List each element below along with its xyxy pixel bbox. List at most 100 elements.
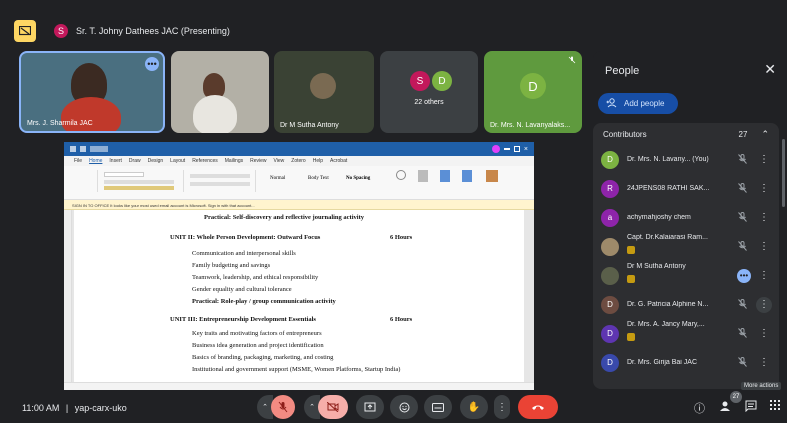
panel-scrollbar[interactable]: [782, 139, 785, 207]
participant-row[interactable]: R 24JPENS08 RATHI SAK... ⋮: [593, 174, 779, 203]
more-vert-icon[interactable]: ⋮: [759, 212, 769, 223]
participant-tile[interactable]: Dr M Sutha Antony: [274, 51, 374, 133]
participant-row[interactable]: Capt. Dr.Kalaiarasi Ram... ⋮: [593, 232, 779, 261]
participant-name: Dr. Mrs. N. Lavany... (You): [627, 156, 709, 163]
add-people-label: Add people: [624, 99, 665, 108]
participant-row[interactable]: D Dr. Mrs. Girija Bai JAC ⋮: [593, 348, 779, 377]
style-normal: Normal: [270, 176, 286, 181]
more-vert-icon[interactable]: ⋮: [759, 183, 769, 194]
participant-info: Dr. G. Patricia Alphine N...: [627, 301, 727, 308]
participant-row[interactable]: D Dr. G. Patricia Alphine N... ⋮: [593, 290, 779, 319]
close-icon[interactable]: ✕: [764, 61, 776, 78]
host-badge-icon: [627, 246, 635, 254]
participant-tile[interactable]: ••• Mrs. J. Sharmila JAC: [19, 51, 165, 133]
more-vert-icon[interactable]: ⋮: [759, 328, 769, 339]
more-actions-tooltip: More actions: [741, 382, 782, 390]
doc-line: Practical: Self-discovery and reflective…: [204, 214, 364, 221]
chat-icon[interactable]: [745, 400, 757, 415]
more-vert-icon[interactable]: ⋮: [759, 241, 769, 252]
doc-hours: 6 Hours: [390, 316, 413, 323]
participant-tile[interactable]: D Dr. Mrs. N. Lavanyalaks...: [484, 51, 582, 133]
word-status-bar: [64, 382, 534, 390]
editing-group: [390, 170, 520, 192]
chevron-up-icon[interactable]: ⌃: [761, 129, 769, 140]
paragraph-group: [186, 170, 256, 192]
participant-tile[interactable]: [171, 51, 269, 133]
participant-name: Dr. Mrs. A. Jancy Mary,...: [627, 321, 705, 328]
mic-off-icon[interactable]: [738, 356, 747, 369]
present-button[interactable]: [356, 395, 384, 419]
tab-references: References: [192, 158, 218, 164]
doc-line: Communication and interpersonal skills: [192, 250, 296, 257]
participant-info: Dr M Sutha Antony: [627, 263, 727, 288]
present-icon: [364, 402, 376, 412]
presenter-avatar: S: [54, 24, 68, 38]
activities-icon[interactable]: [770, 400, 780, 413]
participant-name: Dr. Mrs. Girija Bai JAC: [627, 359, 698, 366]
tab-review: Review: [250, 158, 267, 164]
participant-name: Dr. G. Patricia Alphine N...: [627, 301, 709, 308]
more-vert-icon[interactable]: ⋮: [756, 296, 772, 313]
participant-info: Dr. Mrs. N. Lavany... (You): [627, 156, 727, 163]
participant-avatar: [310, 73, 336, 99]
people-icon[interactable]: [718, 400, 732, 415]
window-controls: ×: [491, 145, 528, 153]
quick-access-toolbar: [70, 146, 108, 152]
mic-off-icon[interactable]: [738, 327, 747, 340]
reactions-button[interactable]: [390, 395, 418, 419]
mic-off-icon[interactable]: [738, 211, 747, 224]
participant-info: Dr. Mrs. A. Jancy Mary,...: [627, 321, 727, 346]
participant-row[interactable]: a achymahjoshy chem ⋮: [593, 203, 779, 232]
captions-icon: [432, 402, 444, 412]
contributors-label: Contributors: [603, 129, 647, 139]
participant-row[interactable]: Dr M Sutha Antony ••• ⋮: [593, 261, 779, 290]
font-group: [100, 170, 184, 192]
participant-row[interactable]: D Dr. Mrs. N. Lavany... (You) ⋮: [593, 145, 779, 174]
avatar: S: [410, 71, 430, 91]
mic-off-icon[interactable]: [738, 153, 747, 166]
add-people-button[interactable]: Add people: [598, 93, 678, 114]
participant-name: Dr. Mrs. N. Lavanyalaks...: [490, 122, 571, 129]
document-page: Practical: Self-discovery and reflective…: [74, 210, 524, 382]
more-vert-icon[interactable]: ⋮: [759, 270, 769, 281]
others-tile[interactable]: S D 22 others: [380, 51, 478, 133]
presenting-banner: S Sr. T. Johny Dathees JAC (Presenting): [14, 20, 230, 42]
hand-icon: ✋: [467, 401, 481, 413]
host-badge-icon: [627, 275, 635, 283]
more-vert-icon[interactable]: ⋮: [759, 154, 769, 165]
participant-info: Capt. Dr.Kalaiarasi Ram...: [627, 234, 727, 259]
participant-row[interactable]: D Dr. Mrs. A. Jancy Mary,... ⋮: [593, 319, 779, 348]
more-options-button[interactable]: ⋮: [494, 395, 510, 419]
doc-hours: 6 Hours: [390, 234, 413, 241]
tab-help: Help: [312, 158, 324, 164]
avatar: [601, 266, 619, 285]
bottom-bar: 11:00 AM | yap-carx-uko ⌃ ⌃ ✋ ⋮ ⓘ 27: [0, 391, 787, 423]
participant-name: Capt. Dr.Kalaiarasi Ram...: [627, 234, 708, 241]
contributors-header[interactable]: Contributors 27 ⌃: [593, 123, 779, 145]
meeting-details-icon[interactable]: ⓘ: [694, 400, 705, 416]
participant-video-body: [193, 95, 237, 133]
tab-home: Home: [89, 158, 103, 164]
others-count: 22 others: [414, 99, 444, 106]
mic-off-icon[interactable]: [738, 182, 747, 195]
mic-off-icon: [278, 401, 288, 413]
contributors-count: 27: [738, 129, 748, 139]
leave-call-button[interactable]: [518, 395, 558, 419]
mic-toggle-button[interactable]: [271, 395, 295, 419]
more-vert-icon[interactable]: ⋮: [759, 357, 769, 368]
present-screen-icon[interactable]: [14, 20, 36, 42]
mic-off-icon: [568, 56, 576, 66]
captions-button[interactable]: [424, 395, 452, 419]
mic-off-icon[interactable]: [738, 298, 747, 311]
tab-insert: Insert: [109, 158, 122, 164]
mic-off-icon[interactable]: [738, 240, 747, 253]
camera-toggle-button[interactable]: [318, 395, 348, 419]
doc-line: Institutional and government support (MS…: [192, 366, 401, 373]
doc-line: Gender equality and cultural tolerance: [192, 286, 292, 293]
tab-view: View: [273, 158, 285, 164]
office-signin-warning: SIGN IN TO OFFICE It looks like your mos…: [64, 200, 534, 210]
avatar: R: [601, 179, 619, 198]
raise-hand-button[interactable]: ✋: [460, 395, 488, 419]
doc-line: Family budgeting and savings: [192, 262, 271, 269]
tab-design: Design: [147, 158, 164, 164]
